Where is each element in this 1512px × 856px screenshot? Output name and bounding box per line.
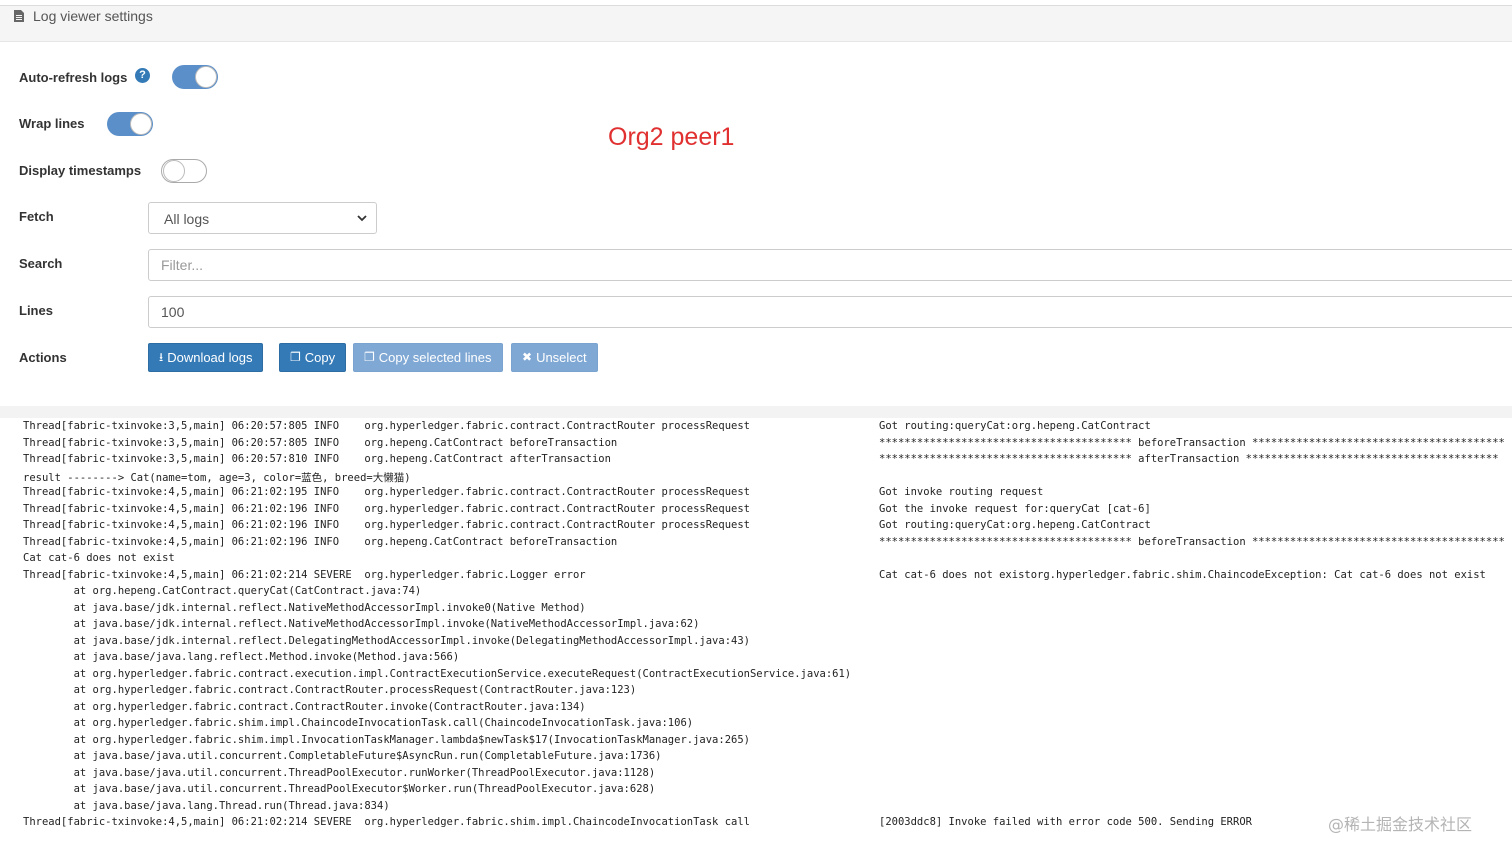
log-line-source: Thread[fabric-txinvoke:4,5,main] 06:21:0… bbox=[23, 535, 618, 548]
settings-title: Log viewer settings bbox=[33, 8, 153, 24]
log-line-source: Thread[fabric-txinvoke:3,5,main] 06:20:5… bbox=[23, 453, 611, 465]
log-line-message: ****************************************… bbox=[879, 436, 1505, 449]
fetch-label: Fetch bbox=[19, 209, 54, 224]
log-line[interactable]: at java.base/java.util.concurrent.Thread… bbox=[0, 783, 1512, 799]
copy-button[interactable]: ❐ Copy bbox=[279, 343, 347, 372]
toggle-knob bbox=[195, 66, 217, 88]
copy-selected-lines-button[interactable]: ❐ Copy selected lines bbox=[353, 343, 503, 372]
log-line-message: Got the invoke request for:queryCat [cat… bbox=[879, 502, 1151, 515]
log-line-message: [2003ddc8] Invoke failed with error code… bbox=[879, 816, 1252, 828]
log-line-message: ****************************************… bbox=[879, 453, 1499, 465]
log-line[interactable]: Cat cat-6 does not exist bbox=[0, 552, 1512, 568]
lines-input[interactable] bbox=[148, 296, 1512, 328]
log-line[interactable]: at org.hyperledger.fabric.contract.execu… bbox=[0, 668, 1512, 684]
log-line-message: Got routing:queryCat:org.hepeng.CatContr… bbox=[879, 519, 1151, 531]
log-line-source: at org.hepeng.CatContract.queryCat(CatCo… bbox=[23, 585, 422, 597]
log-line-source: at org.hyperledger.fabric.shim.impl.Invo… bbox=[23, 733, 750, 746]
auto-refresh-toggle[interactable] bbox=[172, 65, 218, 89]
log-line[interactable]: at java.base/java.util.concurrent.Comple… bbox=[0, 750, 1512, 766]
download-icon: ⭳ bbox=[159, 350, 164, 364]
log-line-source: at java.base/jdk.internal.reflect.Native… bbox=[23, 618, 700, 630]
wrap-lines-label: Wrap lines bbox=[19, 116, 85, 131]
close-icon: ✖ bbox=[522, 350, 533, 364]
log-line[interactable]: Thread[fabric-txinvoke:4,5,main] 06:21:0… bbox=[0, 503, 1512, 519]
log-line[interactable]: Thread[fabric-txinvoke:4,5,main] 06:21:0… bbox=[0, 536, 1512, 552]
log-line[interactable]: Thread[fabric-txinvoke:3,5,main] 06:20:5… bbox=[0, 420, 1512, 436]
actions-label: Actions bbox=[19, 350, 67, 365]
download-logs-button[interactable]: ⭳ Download logs bbox=[148, 343, 264, 372]
log-line-source: Thread[fabric-txinvoke:3,5,main] 06:20:5… bbox=[23, 436, 618, 449]
log-line-source: at java.base/jdk.internal.reflect.Native… bbox=[23, 601, 586, 614]
log-line[interactable]: Thread[fabric-txinvoke:3,5,main] 06:20:5… bbox=[0, 437, 1512, 453]
log-line-source: at org.hyperledger.fabric.shim.impl.Chai… bbox=[23, 717, 694, 729]
fetch-selected-value: All logs bbox=[164, 211, 210, 227]
log-line-source: at org.hyperledger.fabric.contract.Contr… bbox=[23, 700, 586, 713]
copy-icon: ❐ bbox=[290, 350, 301, 364]
log-line-source: Thread[fabric-txinvoke:4,5,main] 06:21:0… bbox=[23, 519, 750, 531]
log-line-source: at java.base/java.lang.Thread.run(Thread… bbox=[23, 799, 390, 812]
log-line-source: Thread[fabric-txinvoke:3,5,main] 06:20:5… bbox=[23, 420, 750, 432]
log-line[interactable]: at java.base/java.lang.reflect.Method.in… bbox=[0, 651, 1512, 667]
log-line[interactable]: at java.base/jdk.internal.reflect.Delega… bbox=[0, 635, 1512, 651]
unselect-button[interactable]: ✖ Unselect bbox=[511, 343, 598, 372]
log-output[interactable]: Thread[fabric-txinvoke:3,5,main] 06:20:5… bbox=[0, 418, 1512, 856]
log-line-source: result --------> Cat(name=tom, age=3, co… bbox=[23, 471, 411, 484]
toggle-knob bbox=[163, 160, 185, 182]
log-line-source: Thread[fabric-txinvoke:4,5,main] 06:21:0… bbox=[23, 486, 750, 498]
watermark: @稀土掘金技术社区 bbox=[1328, 815, 1473, 834]
auto-refresh-label: Auto-refresh logs bbox=[19, 70, 128, 85]
log-line-message: Got invoke routing request bbox=[879, 486, 1044, 498]
log-line[interactable]: Thread[fabric-txinvoke:4,5,main] 06:21:0… bbox=[0, 486, 1512, 502]
log-line-source: at java.base/jdk.internal.reflect.Delega… bbox=[23, 634, 750, 647]
log-line-source: at java.base/java.util.concurrent.Comple… bbox=[23, 750, 662, 762]
log-line[interactable]: at org.hyperledger.fabric.shim.impl.Invo… bbox=[0, 734, 1512, 750]
log-line-message: Cat cat-6 does not existorg.hyperledger.… bbox=[879, 568, 1486, 581]
log-line[interactable]: at java.base/java.util.concurrent.Thread… bbox=[0, 767, 1512, 783]
log-line[interactable]: Thread[fabric-txinvoke:4,5,main] 06:21:0… bbox=[0, 519, 1512, 535]
document-icon bbox=[14, 10, 24, 22]
log-line[interactable]: Thread[fabric-txinvoke:4,5,main] 06:21:0… bbox=[0, 816, 1512, 832]
copy-icon: ❐ bbox=[364, 350, 375, 364]
search-label: Search bbox=[19, 256, 63, 271]
unselect-label: Unselect bbox=[536, 350, 587, 365]
log-line[interactable]: Thread[fabric-txinvoke:4,5,main] 06:21:0… bbox=[0, 569, 1512, 585]
fetch-select[interactable]: All logs bbox=[148, 202, 377, 234]
log-line-source: Thread[fabric-txinvoke:4,5,main] 06:21:0… bbox=[23, 568, 586, 581]
log-line-source: Cat cat-6 does not exist bbox=[23, 552, 175, 564]
log-line[interactable]: at org.hyperledger.fabric.shim.impl.Chai… bbox=[0, 717, 1512, 733]
toggle-knob bbox=[130, 113, 152, 135]
download-logs-label: Download logs bbox=[167, 350, 253, 365]
log-separator bbox=[0, 406, 1512, 418]
log-line-message: ****************************************… bbox=[879, 535, 1505, 548]
log-line[interactable]: at java.base/jdk.internal.reflect.Native… bbox=[0, 602, 1512, 618]
log-line[interactable]: result --------> Cat(name=tom, age=3, co… bbox=[0, 470, 1512, 486]
log-line[interactable]: at org.hyperledger.fabric.contract.Contr… bbox=[0, 684, 1512, 700]
log-line-source: at org.hyperledger.fabric.contract.Contr… bbox=[23, 684, 637, 696]
log-line[interactable]: at java.base/jdk.internal.reflect.Native… bbox=[0, 618, 1512, 634]
log-line[interactable]: at org.hyperledger.fabric.contract.Contr… bbox=[0, 701, 1512, 717]
wrap-lines-toggle[interactable] bbox=[107, 112, 153, 136]
log-line-message: Got routing:queryCat:org.hepeng.CatContr… bbox=[879, 420, 1151, 432]
help-icon[interactable]: ? bbox=[135, 68, 150, 83]
log-line-source: Thread[fabric-txinvoke:4,5,main] 06:21:0… bbox=[23, 816, 750, 828]
chevron-down-icon bbox=[357, 215, 367, 222]
log-line-source: at java.base/java.util.concurrent.Thread… bbox=[23, 783, 656, 795]
display-timestamps-label: Display timestamps bbox=[19, 163, 142, 178]
log-line-source: at java.base/java.lang.reflect.Method.in… bbox=[23, 651, 460, 663]
log-line-source: Thread[fabric-txinvoke:4,5,main] 06:21:0… bbox=[23, 502, 750, 515]
display-timestamps-toggle[interactable] bbox=[161, 159, 207, 183]
copy-selected-lines-label: Copy selected lines bbox=[378, 350, 492, 365]
org-peer-annotation: Org2 peer1 bbox=[608, 123, 735, 151]
log-line[interactable]: at org.hepeng.CatContract.queryCat(CatCo… bbox=[0, 585, 1512, 601]
settings-header: Log viewer settings bbox=[0, 6, 1512, 42]
log-line[interactable]: at java.base/java.lang.Thread.run(Thread… bbox=[0, 800, 1512, 816]
lines-label: Lines bbox=[19, 303, 53, 318]
log-line[interactable]: Thread[fabric-txinvoke:3,5,main] 06:20:5… bbox=[0, 453, 1512, 469]
log-line-source: at org.hyperledger.fabric.contract.execu… bbox=[23, 667, 852, 680]
log-line-source: at java.base/java.util.concurrent.Thread… bbox=[23, 766, 656, 779]
search-input[interactable] bbox=[148, 249, 1512, 281]
copy-label: Copy bbox=[304, 350, 336, 365]
